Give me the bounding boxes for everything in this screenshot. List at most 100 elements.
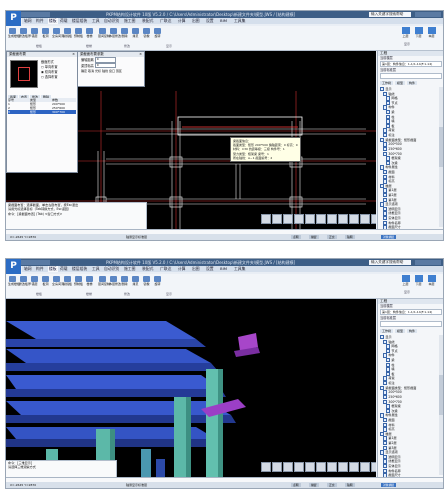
rotate-view-icon[interactable]: [294, 214, 304, 224]
radio-option[interactable]: ○ 选择布置: [38, 75, 76, 80]
top-view-icon[interactable]: [305, 462, 315, 472]
help-search-input[interactable]: 输入关键字搜索帮助: [369, 12, 411, 17]
status-toggle-active[interactable]: 对象捕捉: [381, 235, 397, 239]
close-icon[interactable]: ×: [72, 52, 75, 57]
column[interactable]: [156, 459, 165, 477]
status-toggle[interactable]: 点网: [291, 483, 301, 487]
ribbon-button[interactable]: 旋转: [153, 28, 162, 39]
status-toggle[interactable]: 点网: [291, 235, 301, 239]
menu-item[interactable]: 施工图: [124, 18, 135, 24]
beam[interactable]: [6, 321, 196, 339]
status-toggle[interactable]: 捕捉: [309, 483, 319, 487]
cancel-button[interactable]: 取消: [88, 69, 94, 73]
close-icon[interactable]: ×: [139, 52, 142, 57]
beam[interactable]: [6, 339, 206, 347]
help-search-input[interactable]: 输入关键字搜索帮助: [369, 260, 411, 265]
beam[interactable]: [6, 363, 218, 371]
menu-item[interactable]: 轴网: [24, 266, 32, 272]
menu-item[interactable]: 构件: [36, 266, 44, 272]
tab-model[interactable]: 模型: [395, 329, 406, 333]
menu-item[interactable]: 施工图: [124, 266, 135, 272]
cursor-mode-button[interactable]: 光标: [95, 69, 101, 73]
menu-item[interactable]: 出图: [192, 18, 200, 24]
menu-item[interactable]: 设置: [206, 266, 214, 272]
ribbon-button[interactable]: 修改板厚: [19, 276, 31, 287]
ribbon-button[interactable]: 错层: [30, 28, 39, 39]
front-view-icon[interactable]: [316, 462, 326, 472]
ribbon-button[interactable]: 板洞: [41, 28, 50, 39]
side-view-icon[interactable]: [327, 462, 337, 472]
filter-icon[interactable]: [360, 214, 370, 224]
tab-component[interactable]: 构件: [407, 81, 418, 85]
ok-button[interactable]: 确定: [81, 69, 87, 73]
ribbon-button[interactable]: 生成楼板: [8, 276, 20, 287]
layer-icon[interactable]: [349, 214, 359, 224]
ribbon-button[interactable]: 层间复制: [98, 28, 110, 39]
tab-component[interactable]: 构件: [407, 329, 418, 333]
menu-item[interactable]: 广联达: [160, 18, 171, 24]
current-floor-button[interactable]: 本层: [426, 275, 437, 289]
ribbon-button[interactable]: 楼梯: [85, 276, 94, 287]
zoom-out-icon[interactable]: [272, 462, 282, 472]
status-toggle[interactable]: 正交: [327, 235, 337, 239]
layer-icon[interactable]: [349, 462, 359, 472]
menu-item[interactable]: 装配式: [142, 18, 153, 24]
drawing-viewport[interactable]: 梁截面布置 × 截面形式 ○ 单向布置 ◉ 双向布置 ○ 选择布置 截面 布置 修改删…: [6, 51, 376, 229]
ribbon-button[interactable]: 拷贝: [131, 276, 140, 287]
column[interactable]: [174, 397, 186, 477]
offset-input[interactable]: 0: [94, 57, 116, 63]
table-row-selected[interactable]: 3 矩形 300*700: [8, 110, 76, 114]
ribbon-button[interactable]: 层间复制: [98, 276, 110, 287]
tab-model[interactable]: 模型: [395, 81, 406, 85]
menu-item[interactable]: 荷载: [60, 266, 68, 272]
front-view-icon[interactable]: [316, 214, 326, 224]
measure-icon[interactable]: [371, 462, 376, 472]
tab-work-tree[interactable]: 工作树: [380, 329, 394, 333]
status-toggle[interactable]: 正交: [327, 483, 337, 487]
side-view-icon[interactable]: [327, 214, 337, 224]
menu-item[interactable]: 工具集: [234, 266, 245, 272]
ribbon-button[interactable]: 删除: [120, 276, 129, 287]
iso-view-icon[interactable]: [338, 462, 348, 472]
beam[interactable]: [6, 415, 236, 423]
app-logo[interactable]: P: [6, 11, 21, 26]
menu-item[interactable]: 计算: [178, 18, 186, 24]
ribbon-button[interactable]: 错层: [30, 276, 39, 287]
beam[interactable]: [6, 349, 211, 363]
rotate-view-icon[interactable]: [294, 462, 304, 472]
ribbon-button[interactable]: 悬挑板: [63, 28, 72, 39]
ribbon-button[interactable]: 镜像: [142, 28, 151, 39]
ribbon-button[interactable]: 生成楼板: [8, 28, 20, 39]
iso-view-icon[interactable]: [338, 214, 348, 224]
menu-item[interactable]: 轴网: [24, 18, 32, 24]
zoom-in-icon[interactable]: [261, 214, 271, 224]
status-toggle[interactable]: 捕捉: [309, 235, 319, 239]
ribbon-button[interactable]: 修改板厚: [19, 28, 31, 39]
status-toggle-active[interactable]: 对象捕捉: [381, 483, 397, 487]
status-toggle[interactable]: 轴网: [345, 483, 355, 487]
column[interactable]: [206, 369, 218, 477]
window-control-buttons[interactable]: [415, 12, 441, 17]
tree-scrollbar[interactable]: [439, 335, 443, 475]
ribbon-button[interactable]: 板洞: [41, 276, 50, 287]
scrollbar-thumb[interactable]: [439, 375, 443, 415]
menu-item[interactable]: 广联达: [160, 266, 171, 272]
window-control-buttons[interactable]: [415, 260, 441, 265]
menu-item[interactable]: 荷载: [60, 18, 68, 24]
menu-item-active[interactable]: 楼板: [48, 266, 58, 272]
lower-floor-button[interactable]: 下层: [413, 27, 424, 41]
pan-icon[interactable]: [283, 462, 293, 472]
menu-item[interactable]: 工具: [92, 266, 100, 272]
ribbon-button[interactable]: 本层修改: [109, 28, 121, 39]
tree-scrollbar[interactable]: [439, 87, 443, 227]
menu-item[interactable]: 工具: [92, 18, 100, 24]
standard-floor-select[interactable]: [380, 73, 442, 79]
beam[interactable]: [6, 375, 221, 389]
ribbon-button[interactable]: 旋转: [153, 276, 162, 287]
menu-item[interactable]: BIM: [220, 18, 227, 24]
3d-viewport[interactable]: 命令：[三维显示] 请选择三维观察方式 A A: [6, 299, 376, 477]
menu-item[interactable]: 自动识别: [104, 266, 119, 272]
lower-floor-button[interactable]: 下层: [413, 275, 424, 289]
ribbon-button[interactable]: 镜像: [142, 276, 151, 287]
menu-item[interactable]: BIM: [220, 266, 227, 272]
